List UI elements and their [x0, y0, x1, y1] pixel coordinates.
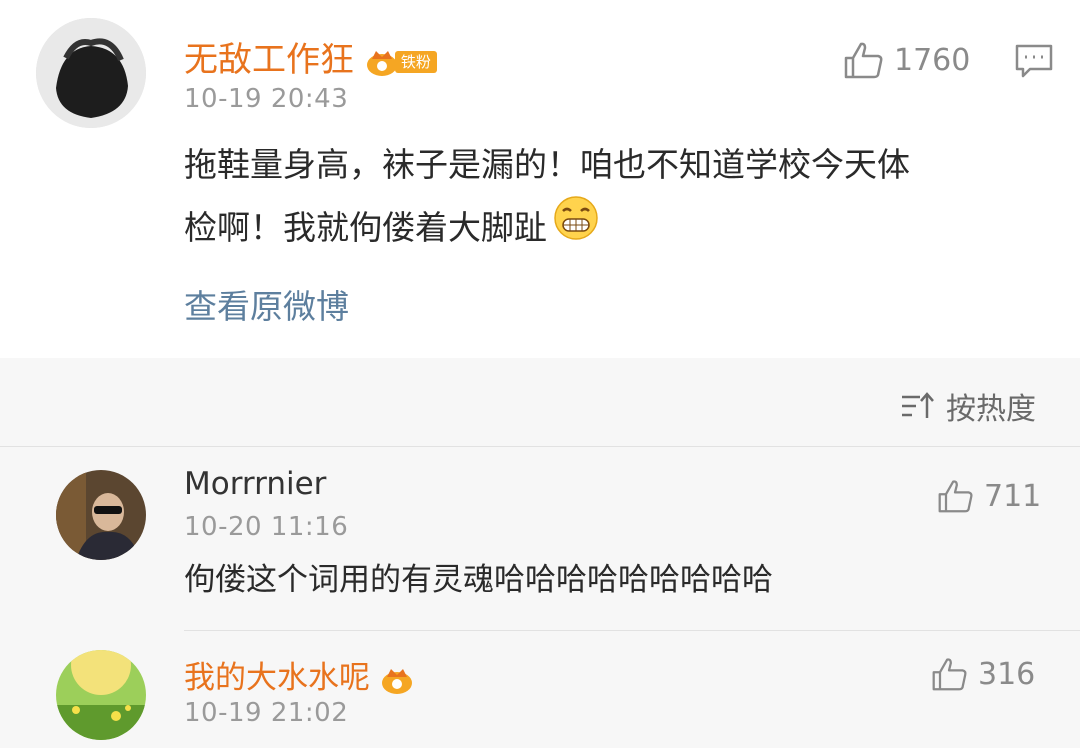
original-post: 无敌工作狂 铁粉 10-19 20:43 1760 拖鞋量身高，袜子是漏的！咱也…	[0, 0, 1080, 358]
thumb-up-icon	[938, 480, 973, 513]
post-text-line-2: 检啊！我就佝偻着大脚趾	[184, 207, 547, 247]
comment-avatar[interactable]	[56, 650, 146, 740]
sort-label: 按热度	[946, 392, 1036, 427]
comment-like-count: 316	[978, 656, 1036, 692]
comment-icon[interactable]	[1014, 42, 1054, 84]
comment-username-text[interactable]: 我的大水水呢	[184, 660, 370, 696]
comment-time: 10-20 11:16	[184, 512, 349, 542]
comment-username[interactable]: Morrrnier	[184, 466, 326, 502]
post-time: 10-19 20:43	[184, 84, 349, 114]
section-divider	[0, 446, 1080, 447]
post-like-button[interactable]: 1760	[842, 40, 970, 80]
comment-username[interactable]: 我的大水水呢	[184, 652, 414, 697]
fan-badge: 铁粉	[394, 50, 437, 73]
sort-button[interactable]: 按热度	[900, 384, 1036, 428]
comment-time: 10-19 21:02	[184, 698, 349, 728]
post-text-line-1: 拖鞋量身高，袜子是漏的！咱也不知道学校今天体	[184, 145, 910, 184]
post-username[interactable]: 无敌工作狂 铁粉	[184, 32, 437, 81]
thumb-up-icon	[844, 42, 883, 79]
crown-badge-icon	[380, 665, 414, 695]
sort-icon	[902, 392, 934, 418]
comment-text: 佝偻这个词用的有灵魂哈哈哈哈哈哈哈哈哈	[184, 562, 773, 598]
thumb-up-icon	[932, 658, 967, 691]
grin-emoji-icon	[553, 195, 599, 260]
post-avatar[interactable]	[36, 18, 146, 128]
comment-like-count: 711	[984, 478, 1042, 514]
crown-badge-icon: 铁粉	[365, 47, 437, 77]
comment-divider	[184, 630, 1080, 631]
post-like-count: 1760	[894, 42, 971, 78]
comment-like-button[interactable]: 711	[936, 478, 1041, 514]
view-original-link[interactable]: 查看原微博	[184, 280, 349, 328]
comment-avatar[interactable]	[56, 470, 146, 560]
post-text: 拖鞋量身高，袜子是漏的！咱也不知道学校今天体 检啊！我就佝偻着大脚趾	[184, 135, 1064, 260]
post-username-text[interactable]: 无敌工作狂	[184, 40, 354, 80]
comment-like-button[interactable]: 316	[930, 656, 1035, 692]
